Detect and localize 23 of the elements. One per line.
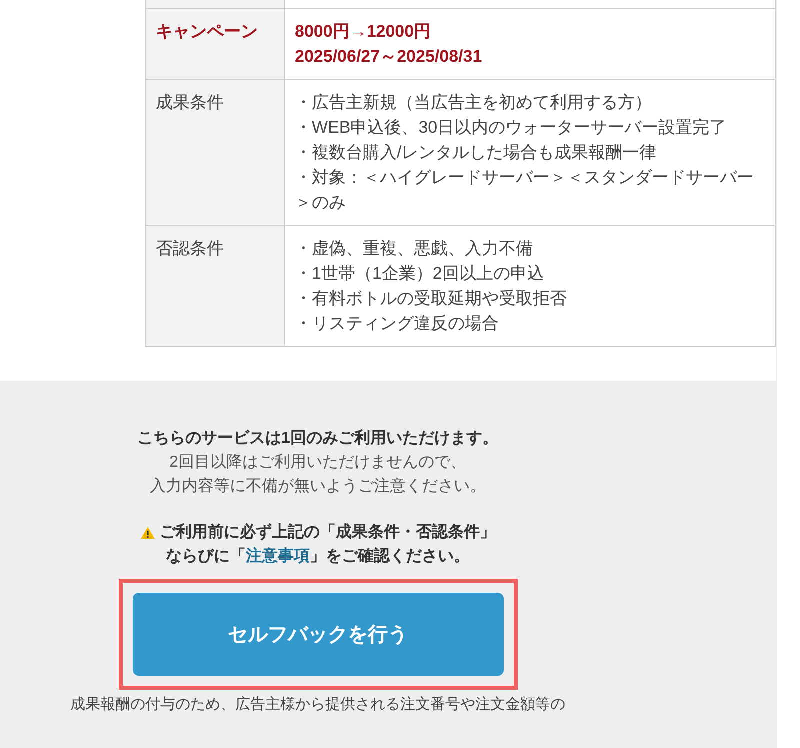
warning-icon: [140, 526, 156, 540]
condition-item: ・広告主新規（当広告主を初めて利用する方）: [295, 92, 653, 114]
row-label: キャンペーン: [146, 8, 284, 80]
notice-text: 2回目以降はご利用いただけませんので、: [170, 452, 466, 473]
row-label: 成果条件: [146, 80, 284, 226]
condition-item: ・有料ボトルの受取延期や受取拒否: [295, 288, 568, 310]
condition-item: ・1世帯（1企業）2回以上の申込: [295, 263, 546, 285]
warning-text: ならびに「: [166, 546, 246, 567]
condition-item: ・複数台購入/レンタルした場合も成果報酬一律: [295, 142, 658, 164]
warning-text: 」をご確認ください。: [310, 546, 470, 567]
notice-heading: こちらのサービスは1回のみご利用いただけます。: [138, 428, 498, 449]
campaign-text: 8000円→12000円: [295, 21, 432, 43]
notes-link[interactable]: 注意事項: [246, 545, 310, 569]
condition-item: ・WEB申込後、30日以内のウォーターサーバー設置完了: [295, 117, 728, 139]
selfback-button[interactable]: セルフバックを行う: [132, 593, 504, 676]
condition-item: ・対象：＜ハイグレードサーバー＞＜スタンダードサーバー＞のみ: [295, 167, 755, 214]
condition-item: ・虚偽、重複、悪戯、入力不備: [295, 238, 534, 260]
row-label: 否認条件: [146, 226, 284, 346]
footnote-text: 成果報酬の付与のため、広告主様から提供される注文番号や注文金額等の: [70, 695, 566, 715]
condition-item: ・リスティング違反の場合: [295, 313, 500, 335]
notice-text: 入力内容等に不備が無いようご注意ください。: [150, 476, 486, 497]
campaign-text: 2025/06/27～2025/08/31: [295, 46, 484, 68]
warning-text: ご利用前に必ず上記の「成果条件・否認条件」: [160, 522, 496, 543]
